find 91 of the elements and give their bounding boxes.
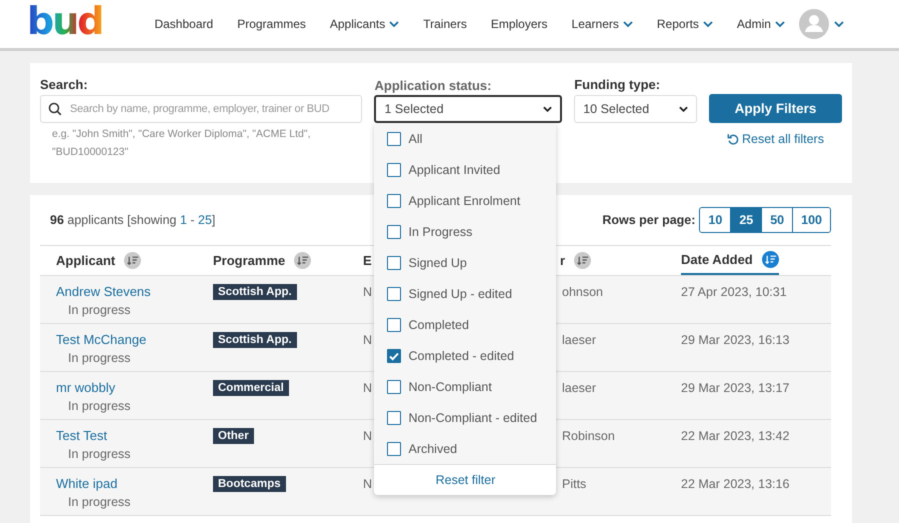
table-cell-text: N: [363, 284, 372, 301]
caret-icon: [702, 21, 713, 27]
checkbox[interactable]: [387, 224, 402, 238]
column-header[interactable]: Programme: [213, 246, 312, 275]
date-cell-text: 29 Mar 2023, 16:13: [681, 332, 790, 349]
date-cell-text: 22 Mar 2023, 13:16: [681, 476, 790, 493]
option-label[interactable]: Signed Up - edited: [408, 284, 512, 302]
programme-tag: Other: [213, 428, 254, 444]
option-label[interactable]: Archived: [408, 440, 458, 458]
column-header[interactable]: r: [560, 246, 592, 275]
status-dropdown[interactable]: 1 Selected: [374, 95, 562, 123]
table-cell-text: ohnson: [562, 284, 604, 301]
programme-tag: Commercial: [213, 380, 289, 396]
rows-per-page-label: Rows per page:: [602, 213, 696, 227]
applicant-link[interactable]: Test McChange: [56, 331, 146, 349]
checkbox[interactable]: [387, 442, 402, 456]
checkbox[interactable]: [387, 410, 402, 424]
applicant-link[interactable]: Test Test: [56, 427, 108, 445]
option-label[interactable]: In Progress: [408, 222, 472, 240]
status-text: In progress: [68, 398, 132, 415]
nav-link[interactable]: Programmes: [237, 17, 306, 31]
option-label[interactable]: Applicant Invited: [408, 160, 500, 178]
checkbox[interactable]: [387, 132, 402, 146]
option-label[interactable]: Non-Compliant - edited: [408, 408, 538, 426]
apply-filters-button[interactable]: Apply Filters: [709, 94, 842, 123]
nav-link[interactable]: Learners: [572, 17, 633, 31]
checkbox[interactable]: [387, 194, 402, 208]
option-label[interactable]: Completed - edited: [408, 346, 514, 364]
undo-icon: [727, 133, 739, 145]
nav-link[interactable]: Reports: [656, 17, 713, 31]
sort-icon[interactable]: [294, 252, 312, 269]
checkbox[interactable]: [387, 162, 402, 176]
option-label[interactable]: Completed: [408, 316, 469, 334]
caret-icon[interactable]: [834, 21, 844, 27]
caret-icon: [622, 21, 633, 27]
status-text: In progress: [68, 446, 132, 463]
checkbox[interactable]: [387, 256, 402, 270]
column-header[interactable]: Applicant: [56, 246, 142, 275]
caret-icon: [774, 21, 785, 27]
option-label[interactable]: Non-Compliant: [408, 378, 492, 396]
chevron-icon: [543, 106, 552, 112]
table-cell-text: laeser: [562, 332, 596, 349]
caret-icon: [389, 21, 400, 27]
option-label[interactable]: Signed Up: [408, 254, 467, 272]
funding-dropdown[interactable]: 10 Selected: [574, 95, 697, 123]
nav-link[interactable]: Employers: [490, 17, 548, 31]
table-cell-text: laeser: [562, 380, 596, 397]
field-label: Search:: [40, 77, 89, 94]
date-cell-text: 29 Mar 2023, 13:17: [681, 380, 790, 397]
applicant-link[interactable]: White ipad: [56, 475, 118, 493]
search-field[interactable]: Search by name, programme, employer, trainer or BUD: [40, 95, 362, 123]
reset-all-filters-link[interactable]: Reset all filters: [727, 132, 824, 146]
table-cell-text: N: [363, 332, 372, 349]
checkbox[interactable]: [387, 286, 402, 300]
column-header[interactable]: E: [363, 246, 372, 275]
programme-tag: Bootcamps: [213, 476, 286, 492]
status-text: In progress: [68, 350, 132, 367]
programme-tag: Scottish App.: [213, 332, 297, 348]
nav-link[interactable]: Dashboard: [154, 17, 214, 31]
table-cell-text: N: [363, 476, 372, 493]
chevron-icon: [679, 106, 688, 112]
date-cell-text: 22 Mar 2023, 13:42: [681, 428, 790, 445]
nav-link[interactable]: Trainers: [423, 17, 467, 31]
programme-tag: Scottish App.: [213, 284, 297, 300]
nav-link[interactable]: Admin: [736, 17, 785, 31]
applicant-link[interactable]: mr wobbly: [56, 379, 116, 397]
status-text: In progress: [68, 302, 132, 319]
date-cell-text: 27 Apr 2023, 10:31: [681, 284, 787, 301]
option-label[interactable]: Applicant Enrolment: [408, 192, 520, 210]
page-size-button[interactable]: 25: [730, 208, 762, 232]
sort-icon[interactable]: [574, 252, 592, 269]
checkbox[interactable]: [387, 348, 402, 362]
page-size-button[interactable]: 100: [792, 208, 830, 232]
field-label: Application status:: [374, 77, 492, 95]
sort-icon[interactable]: [762, 251, 779, 268]
results-summary: 96 applicants [showing 1 - 25]: [50, 213, 216, 227]
option-label[interactable]: All: [408, 130, 422, 148]
hint-text: e.g. "John Smith", "Care Worker Diploma", "ACME Ltd", "BUD10000123": [51, 127, 312, 160]
reset-filter-link[interactable]: Reset filter: [436, 471, 496, 489]
nav-link[interactable]: Applicants: [330, 17, 400, 31]
checkbox[interactable]: [387, 318, 402, 332]
table-cell-text: N: [363, 380, 372, 397]
table-cell-text: N: [363, 428, 372, 445]
status-text: In progress: [68, 494, 132, 511]
checkbox[interactable]: [387, 380, 402, 394]
table-cell-text: Robinson: [562, 428, 615, 445]
field-label: Funding type:: [574, 77, 662, 94]
sort-icon[interactable]: [124, 252, 142, 269]
applicant-link[interactable]: Andrew Stevens: [56, 283, 151, 301]
table-cell-text: Pitts: [562, 476, 586, 493]
search-icon: [48, 102, 62, 116]
